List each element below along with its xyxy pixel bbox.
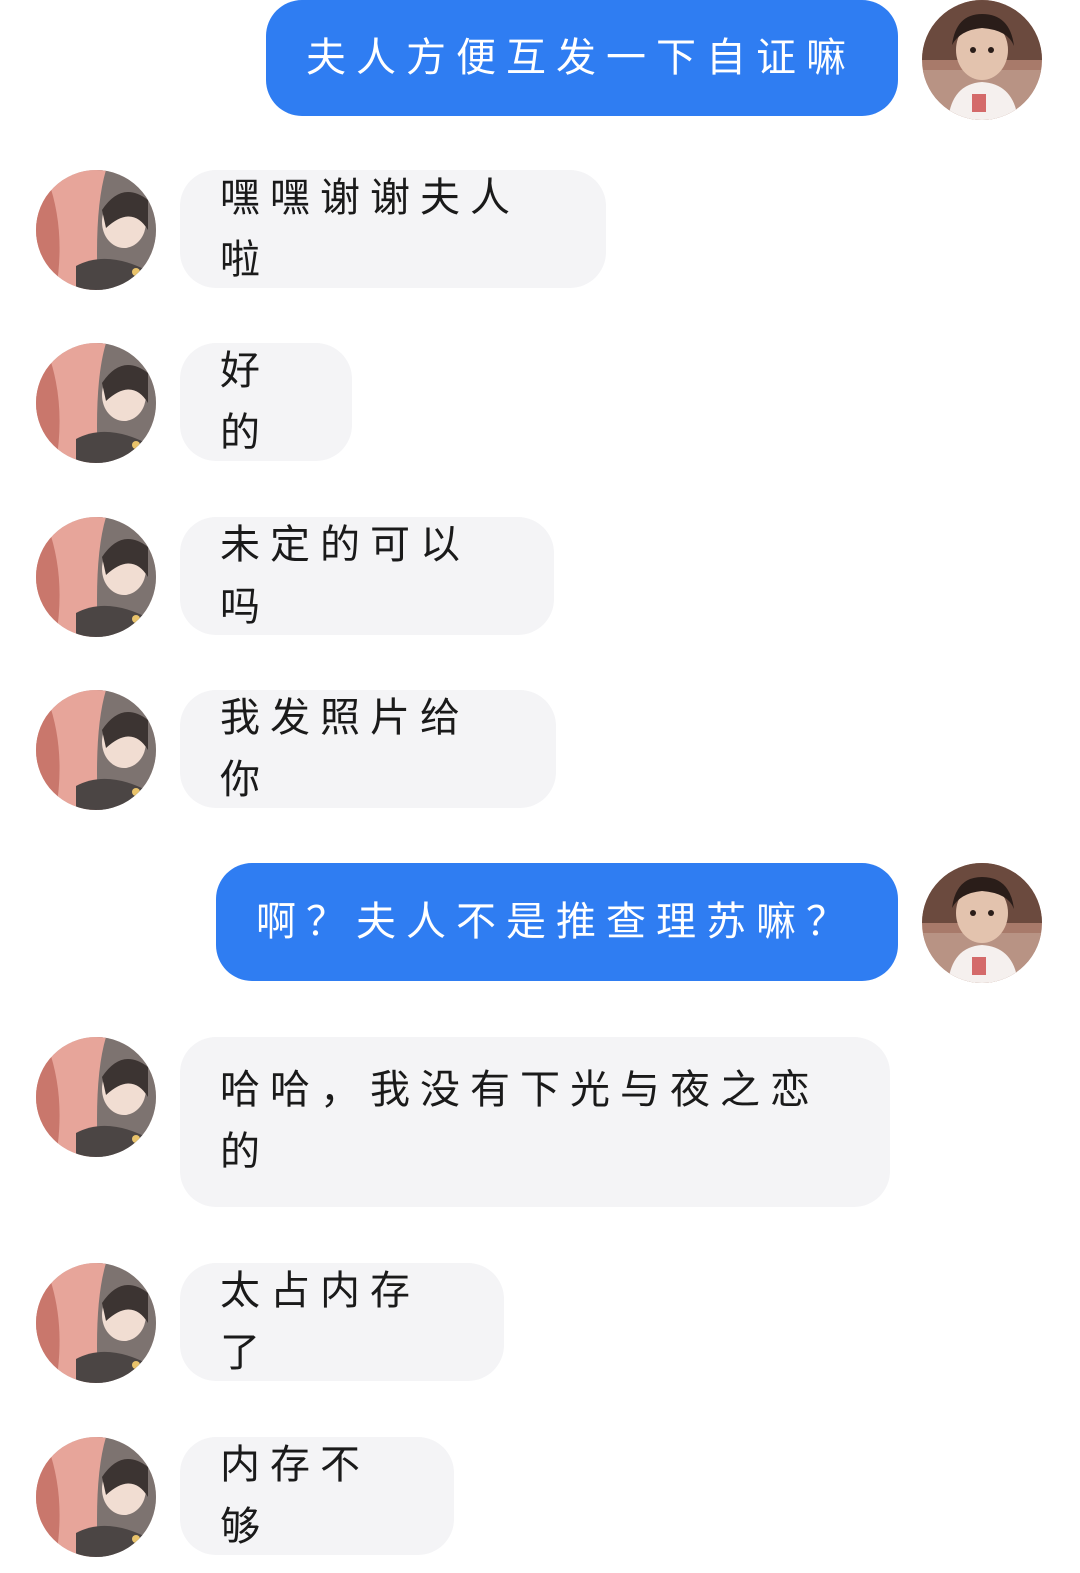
anime-character-avatar-icon xyxy=(36,1437,156,1557)
contact-avatar[interactable] xyxy=(36,690,156,810)
incoming-message-bubble[interactable]: 我发照片给你 xyxy=(180,690,556,808)
anime-character-avatar-icon xyxy=(36,343,156,463)
contact-avatar[interactable] xyxy=(36,170,156,290)
contact-avatar[interactable] xyxy=(36,343,156,463)
message-text: 夫人方便互发一下自证嘛 xyxy=(306,35,856,81)
incoming-message-bubble[interactable]: 内存不够 xyxy=(180,1437,454,1555)
incoming-message-bubble[interactable]: 太占内存了 xyxy=(180,1263,504,1381)
message-text: 啊？夫人不是推查理苏嘛？ xyxy=(256,899,856,945)
outgoing-message-bubble[interactable]: 夫人方便互发一下自证嘛 xyxy=(266,0,898,116)
anime-character-avatar-icon xyxy=(36,1037,156,1157)
message-row-incoming: 好的 xyxy=(0,343,1080,463)
contact-avatar[interactable] xyxy=(36,517,156,637)
message-text: 内存不够 xyxy=(220,1442,370,1550)
anime-character-avatar-icon xyxy=(36,170,156,290)
message-text: 嘿嘿谢谢夫人啦 xyxy=(220,175,520,283)
message-row-incoming: 哈哈，我没有下光与夜之恋的 xyxy=(0,1037,1080,1209)
message-row-incoming: 未定的可以吗 xyxy=(0,517,1080,637)
message-row-incoming: 我发照片给你 xyxy=(0,690,1080,810)
message-text: 太占内存了 xyxy=(220,1268,420,1376)
contact-avatar[interactable] xyxy=(36,1263,156,1383)
incoming-message-bubble[interactable]: 哈哈，我没有下光与夜之恋的 xyxy=(180,1037,890,1207)
self-avatar[interactable] xyxy=(922,863,1042,983)
message-row-incoming: 内存不够 xyxy=(0,1437,1080,1557)
self-avatar[interactable] xyxy=(922,0,1042,120)
message-row-outgoing: 啊？夫人不是推查理苏嘛？ xyxy=(0,863,1080,983)
user-photo-avatar-icon xyxy=(922,0,1042,120)
outgoing-message-bubble[interactable]: 啊？夫人不是推查理苏嘛？ xyxy=(216,863,898,981)
anime-character-avatar-icon xyxy=(36,1263,156,1383)
message-text: 哈哈，我没有下光与夜之恋的 xyxy=(220,1067,820,1175)
message-text: 好的 xyxy=(220,348,270,456)
message-row-outgoing: 夫人方便互发一下自证嘛 xyxy=(0,0,1080,120)
user-photo-avatar-icon xyxy=(922,863,1042,983)
message-row-incoming: 嘿嘿谢谢夫人啦 xyxy=(0,170,1080,290)
message-text: 我发照片给你 xyxy=(220,695,470,803)
incoming-message-bubble[interactable]: 未定的可以吗 xyxy=(180,517,554,635)
incoming-message-bubble[interactable]: 好的 xyxy=(180,343,352,461)
contact-avatar[interactable] xyxy=(36,1037,156,1157)
contact-avatar[interactable] xyxy=(36,1437,156,1557)
anime-character-avatar-icon xyxy=(36,517,156,637)
anime-character-avatar-icon xyxy=(36,690,156,810)
chat-conversation: 夫人方便互发一下自证嘛 嘿嘿谢谢夫人啦 好的 未定的可以吗 我发照片给你 啊？夫… xyxy=(0,0,1080,1573)
message-text: 未定的可以吗 xyxy=(220,522,470,630)
message-row-incoming: 太占内存了 xyxy=(0,1263,1080,1383)
incoming-message-bubble[interactable]: 嘿嘿谢谢夫人啦 xyxy=(180,170,606,288)
